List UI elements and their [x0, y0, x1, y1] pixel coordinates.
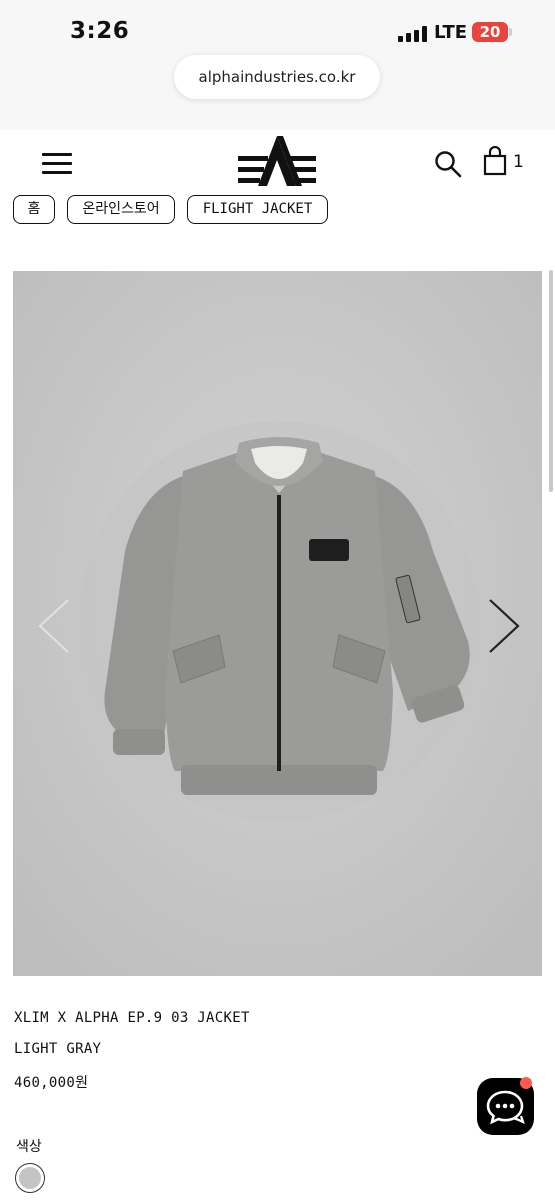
- network-label: LTE: [434, 22, 468, 43]
- url-bar[interactable]: alphaindustries.co.kr: [174, 55, 380, 99]
- color-label: 색상: [16, 1139, 42, 1155]
- previous-image-arrow-icon[interactable]: [34, 596, 74, 656]
- product-price: 460,000원: [14, 1075, 89, 1091]
- signal-icon: [398, 26, 428, 42]
- breadcrumb-flight-jacket[interactable]: FLIGHT JACKET: [187, 195, 328, 224]
- chat-notification-dot: [520, 1077, 532, 1089]
- menu-icon[interactable]: [42, 153, 72, 175]
- alpha-logo-icon[interactable]: [236, 134, 318, 188]
- color-swatch-light-gray[interactable]: [15, 1163, 45, 1193]
- page-scrollbar[interactable]: [549, 270, 553, 492]
- battery-cap: [509, 28, 512, 36]
- battery-level: 20: [479, 23, 501, 41]
- cart-count: 1: [513, 152, 524, 172]
- product-color-name: LIGHT GRAY: [14, 1041, 102, 1057]
- search-icon[interactable]: [433, 149, 463, 179]
- product-name: XLIM X ALPHA EP.9 03 JACKET: [14, 1010, 250, 1026]
- next-image-arrow-icon[interactable]: [484, 596, 524, 656]
- swatch-fill: [19, 1167, 41, 1189]
- breadcrumb-online-store[interactable]: 온라인스토어: [67, 195, 175, 224]
- product-image: [13, 271, 542, 976]
- status-time: 3:26: [70, 18, 130, 44]
- breadcrumb-home[interactable]: 홈: [13, 195, 55, 224]
- shopping-bag-icon[interactable]: [483, 146, 507, 176]
